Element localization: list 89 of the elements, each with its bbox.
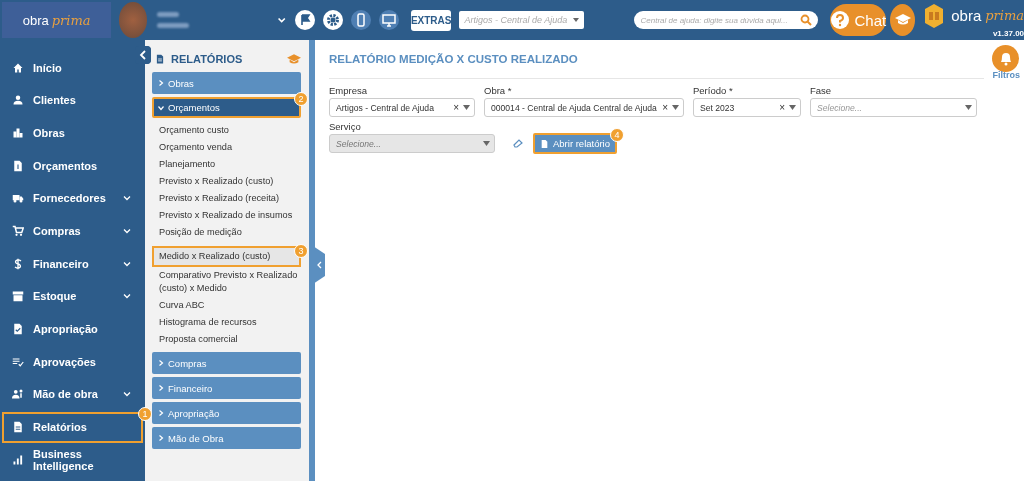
report-link[interactable]: Comparativo Previsto x Realizado (custo) x Medido	[152, 267, 301, 297]
report-link[interactable]: Previsto x Realizado (receita)	[152, 190, 301, 207]
sidebar-item[interactable]: Apropriação	[2, 313, 143, 345]
select-field[interactable]: 000014 - Central de Ajuda Central de Ajuda ×	[484, 98, 684, 117]
sidebar-item[interactable]: Compras	[2, 215, 143, 247]
phone-icon[interactable]	[350, 10, 371, 30]
list-check-icon	[12, 355, 24, 368]
version-label: v1.37.00	[992, 28, 1024, 38]
sidebar-item[interactable]: Aprovações	[2, 346, 143, 378]
flag-icon[interactable]	[294, 10, 315, 30]
field-label: Período *	[693, 85, 734, 96]
report-link[interactable]: Curva ABC	[152, 297, 301, 314]
building-icon	[12, 126, 24, 139]
select-field[interactable]: Artigos - Central de Ajuda ×	[329, 98, 475, 117]
dropdown-icon	[789, 105, 796, 110]
gear-icon[interactable]	[322, 10, 343, 30]
brand-script: prima	[985, 8, 1024, 23]
dollar-icon	[12, 257, 24, 270]
document-icon	[540, 138, 549, 149]
search-field[interactable]: Central de ajuda: digite sua dúvida aqui...	[633, 11, 818, 29]
dropdown-icon	[463, 105, 470, 110]
filters-label[interactable]: Filtros	[992, 70, 1020, 80]
report-link[interactable]: Posição de medição	[152, 224, 301, 241]
check-doc-icon	[12, 323, 24, 335]
search-icon	[799, 14, 812, 26]
report-link[interactable]: Planejamento	[152, 156, 301, 173]
chevron-down-icon	[123, 390, 131, 399]
step-badge: 3	[294, 244, 308, 258]
sidebar-item[interactable]: Início	[2, 52, 143, 83]
chevron-right-icon	[158, 360, 164, 366]
collapse-tab-icon[interactable]	[313, 246, 325, 284]
field-label: Fase	[810, 85, 833, 96]
eraser-icon[interactable]	[513, 138, 523, 148]
field-label: Empresa	[329, 85, 368, 96]
money-doc-icon	[12, 159, 24, 172]
clear-icon[interactable]: ×	[779, 102, 785, 113]
chevron-right-icon	[158, 385, 164, 391]
sidebar-item[interactable]: Financeiro	[2, 248, 143, 280]
panel-title: RELATÓRIOS	[171, 53, 244, 65]
monitor-icon[interactable]	[378, 10, 399, 30]
dropdown-icon	[672, 105, 679, 110]
report-link[interactable]: Previsto x Realizado de insumos	[152, 207, 301, 224]
chevron-right-icon	[158, 435, 164, 441]
chevron-down-icon	[158, 104, 164, 111]
dropdown-icon	[483, 141, 490, 146]
doc-icon	[12, 421, 24, 434]
cart-icon	[12, 224, 24, 237]
dropdown-icon	[965, 105, 972, 110]
chevron-down-icon	[123, 226, 131, 235]
sidebar-item[interactable]: Estoque	[2, 280, 143, 312]
report-link[interactable]: Proposta comercial	[152, 331, 301, 348]
chevron-down-icon	[123, 259, 131, 268]
blurred-user-name	[157, 12, 190, 28]
chevron-right-icon	[158, 80, 164, 86]
field-label: Obra *	[484, 85, 513, 96]
question-icon	[829, 10, 850, 30]
sidebar-item[interactable]: Obras	[2, 117, 143, 149]
truck-icon	[12, 192, 24, 205]
dropdown-icon	[572, 18, 579, 22]
box-icon	[12, 290, 24, 303]
chevron-down-icon	[123, 292, 131, 301]
report-link[interactable]: Previsto x Realizado (custo)	[152, 173, 301, 190]
report-link[interactable]: Histograma de recursos	[152, 314, 301, 331]
extras-button[interactable]: EXTRAS	[410, 9, 452, 31]
workers-icon	[12, 388, 24, 401]
logo[interactable]: obra prima	[2, 2, 112, 38]
step-badge: 1	[138, 406, 152, 421]
sidebar-item[interactable]: Relatórios	[2, 411, 143, 443]
document-icon	[155, 53, 165, 65]
bell-icon	[998, 51, 1013, 66]
home-icon	[12, 61, 24, 74]
field-label: Serviço	[329, 121, 362, 132]
sidebar-item[interactable]: Business Intelligence	[2, 444, 143, 476]
report-link[interactable]: Orçamento venda	[152, 139, 301, 156]
chevron-down-icon	[123, 194, 131, 203]
step-badge: 4	[610, 128, 625, 142]
brand-word: obra	[951, 7, 982, 24]
user-icon	[12, 94, 24, 107]
step-badge: 2	[294, 92, 308, 106]
clear-icon[interactable]: ×	[453, 102, 459, 113]
sidebar-item[interactable]: Fornecedores	[2, 182, 143, 214]
select-field[interactable]: Set 2023 ×	[693, 98, 801, 117]
report-link[interactable]: Orçamento custo	[152, 122, 301, 139]
clear-icon[interactable]: ×	[662, 102, 668, 113]
sidebar-item[interactable]: Orçamentos	[2, 150, 143, 182]
bars-icon	[12, 453, 24, 466]
sidebar-item[interactable]: Clientes	[2, 84, 143, 116]
chevron-right-icon	[158, 410, 164, 416]
page-title: RELATÓRIO MEDIÇÃO X CUSTO REALIZADO	[329, 48, 984, 79]
